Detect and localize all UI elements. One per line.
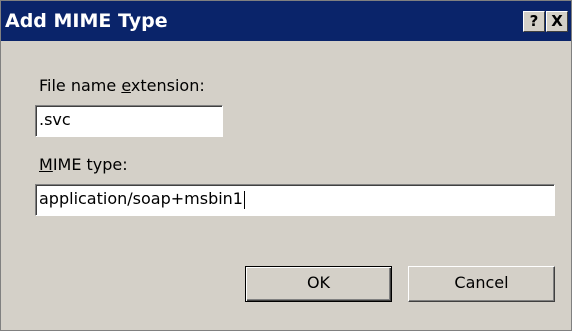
mime-label-accelerator: M bbox=[39, 155, 53, 174]
file-name-extension-label: File name extension: bbox=[39, 76, 205, 96]
title-bar[interactable]: Add MIME Type ? X bbox=[1, 1, 571, 41]
extension-label-suffix: xtension: bbox=[130, 76, 205, 95]
extension-label-accelerator: e bbox=[121, 76, 131, 95]
extension-label-prefix: File name bbox=[39, 76, 122, 95]
help-icon: ? bbox=[529, 12, 539, 30]
mime-value: application/soap+msbin1 bbox=[39, 189, 243, 208]
close-button[interactable]: X bbox=[546, 11, 568, 32]
mime-type-input[interactable]: application/soap+msbin1 bbox=[35, 184, 555, 216]
close-icon: X bbox=[551, 12, 563, 30]
extension-value: .svc bbox=[39, 110, 71, 129]
dialog-title: Add MIME Type bbox=[5, 10, 168, 32]
mime-type-label: MIME type: bbox=[39, 155, 128, 175]
add-mime-type-dialog: Add MIME Type ? X File name extension: .… bbox=[0, 0, 572, 331]
ok-button[interactable]: OK bbox=[245, 266, 392, 302]
help-button[interactable]: ? bbox=[523, 11, 545, 32]
cancel-button[interactable]: Cancel bbox=[408, 266, 555, 302]
mime-label-suffix: IME type: bbox=[52, 155, 128, 174]
file-name-extension-input[interactable]: .svc bbox=[35, 105, 223, 137]
text-caret bbox=[243, 190, 245, 209]
